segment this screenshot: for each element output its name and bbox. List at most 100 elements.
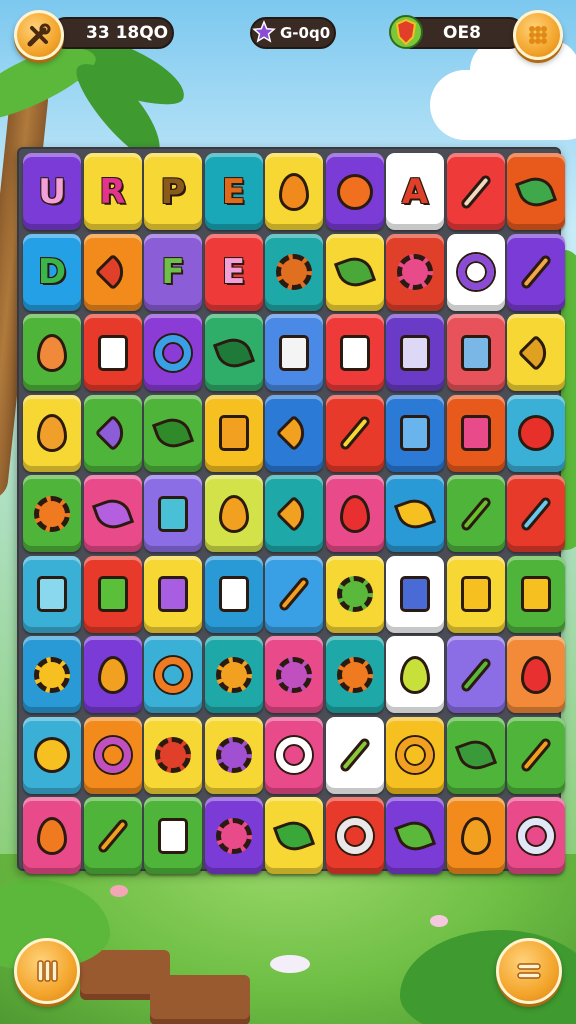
game-tile[interactable]: [507, 233, 565, 311]
tile-grid: URPE A D FE: [23, 153, 565, 874]
game-tile[interactable]: [446, 153, 505, 230]
flower-icon: [276, 656, 312, 693]
game-tile[interactable]: [265, 314, 323, 391]
game-tile[interactable]: [23, 314, 81, 391]
flower-icon: [215, 737, 252, 773]
tick-icon: [517, 334, 555, 371]
game-tile[interactable]: [446, 233, 505, 311]
game-tile[interactable]: [265, 716, 323, 794]
game-tile[interactable]: [83, 233, 142, 311]
game-tile[interactable]: F: [144, 233, 202, 311]
tools-button[interactable]: [14, 10, 64, 60]
game-tile[interactable]: [386, 636, 444, 713]
game-tile[interactable]: [265, 636, 323, 713]
game-tile[interactable]: [144, 394, 202, 472]
game-tile[interactable]: [265, 394, 323, 472]
game-tile[interactable]: [386, 475, 444, 552]
game-tile[interactable]: [204, 555, 263, 633]
game-tile[interactable]: [507, 475, 565, 552]
game-tile[interactable]: [23, 394, 81, 472]
game-tile[interactable]: [204, 475, 263, 552]
game-tile[interactable]: [386, 716, 444, 794]
game-tile[interactable]: [507, 797, 565, 874]
game-tile[interactable]: [83, 475, 142, 552]
game-tile[interactable]: [23, 475, 81, 552]
game-tile[interactable]: [446, 716, 505, 794]
ring-icon: [518, 817, 554, 854]
lemon-icon: [400, 655, 430, 694]
game-tile[interactable]: [204, 716, 263, 794]
game-tile[interactable]: [446, 636, 505, 713]
game-tile[interactable]: [83, 394, 142, 472]
game-tile[interactable]: E: [204, 233, 263, 311]
game-tile[interactable]: [144, 797, 202, 874]
game-tile[interactable]: [204, 636, 263, 713]
sprout-icon: [151, 413, 195, 453]
game-tile[interactable]: [325, 555, 384, 633]
pencil-icon: [458, 172, 493, 211]
game-tile[interactable]: [507, 153, 565, 230]
game-tile[interactable]: [83, 636, 142, 713]
game-tile[interactable]: D: [23, 233, 81, 311]
boot-icon: [460, 576, 491, 612]
game-tile[interactable]: [507, 394, 565, 472]
game-tile[interactable]: [446, 797, 505, 874]
game-tile[interactable]: [507, 555, 565, 633]
game-tile[interactable]: U: [23, 153, 81, 230]
pause-button[interactable]: [14, 938, 80, 1004]
game-tile[interactable]: [507, 314, 565, 391]
game-tile[interactable]: [446, 475, 505, 552]
game-tile[interactable]: [144, 314, 202, 391]
game-tile[interactable]: [144, 555, 202, 633]
level-text: G-0ԛ0: [280, 24, 331, 42]
game-tile[interactable]: E: [204, 153, 263, 230]
game-tile[interactable]: [204, 314, 263, 391]
game-tile[interactable]: [23, 555, 81, 633]
game-tile[interactable]: [325, 797, 384, 874]
game-tile[interactable]: [144, 475, 202, 552]
game-tile[interactable]: [265, 555, 323, 633]
game-tile[interactable]: [325, 475, 384, 552]
game-tile[interactable]: [144, 636, 202, 713]
heart-icon: [521, 655, 551, 694]
game-tile[interactable]: P: [144, 153, 202, 230]
box-icon: [97, 334, 128, 371]
menu-button[interactable]: [496, 938, 562, 1004]
grid-menu-icon: [529, 26, 547, 44]
score-panel: 33 18QO: [50, 17, 174, 49]
game-tile[interactable]: [83, 314, 142, 391]
game-tile[interactable]: [507, 636, 565, 713]
book-icon: [158, 576, 188, 612]
game-tile[interactable]: [204, 394, 263, 472]
game-tile[interactable]: A: [386, 153, 444, 230]
game-tile[interactable]: [325, 233, 384, 311]
game-tile[interactable]: [83, 555, 142, 633]
game-tile[interactable]: [83, 716, 142, 794]
game-tile[interactable]: [265, 797, 323, 874]
game-tile[interactable]: [144, 716, 202, 794]
game-tile[interactable]: [83, 797, 142, 874]
game-tile[interactable]: [386, 233, 444, 311]
game-tile[interactable]: [23, 797, 81, 874]
game-tile[interactable]: [325, 636, 384, 713]
game-tile[interactable]: [204, 797, 263, 874]
game-tile[interactable]: R: [83, 153, 142, 230]
game-tile[interactable]: [325, 314, 384, 391]
game-tile[interactable]: [386, 314, 444, 391]
game-tile[interactable]: [265, 475, 323, 552]
game-tile[interactable]: [446, 555, 505, 633]
game-tile[interactable]: [386, 797, 444, 874]
grid-menu-button[interactable]: [513, 10, 563, 60]
game-tile[interactable]: [325, 153, 384, 230]
game-tile[interactable]: [265, 153, 323, 230]
game-tile[interactable]: [23, 636, 81, 713]
game-tile[interactable]: [265, 233, 323, 311]
game-tile[interactable]: [325, 716, 384, 794]
game-tile[interactable]: [446, 314, 505, 391]
game-tile[interactable]: [386, 394, 444, 472]
game-tile[interactable]: [325, 394, 384, 472]
game-tile[interactable]: [446, 394, 505, 472]
game-tile[interactable]: [507, 716, 565, 794]
game-tile[interactable]: [386, 555, 444, 633]
game-tile[interactable]: [23, 716, 81, 794]
